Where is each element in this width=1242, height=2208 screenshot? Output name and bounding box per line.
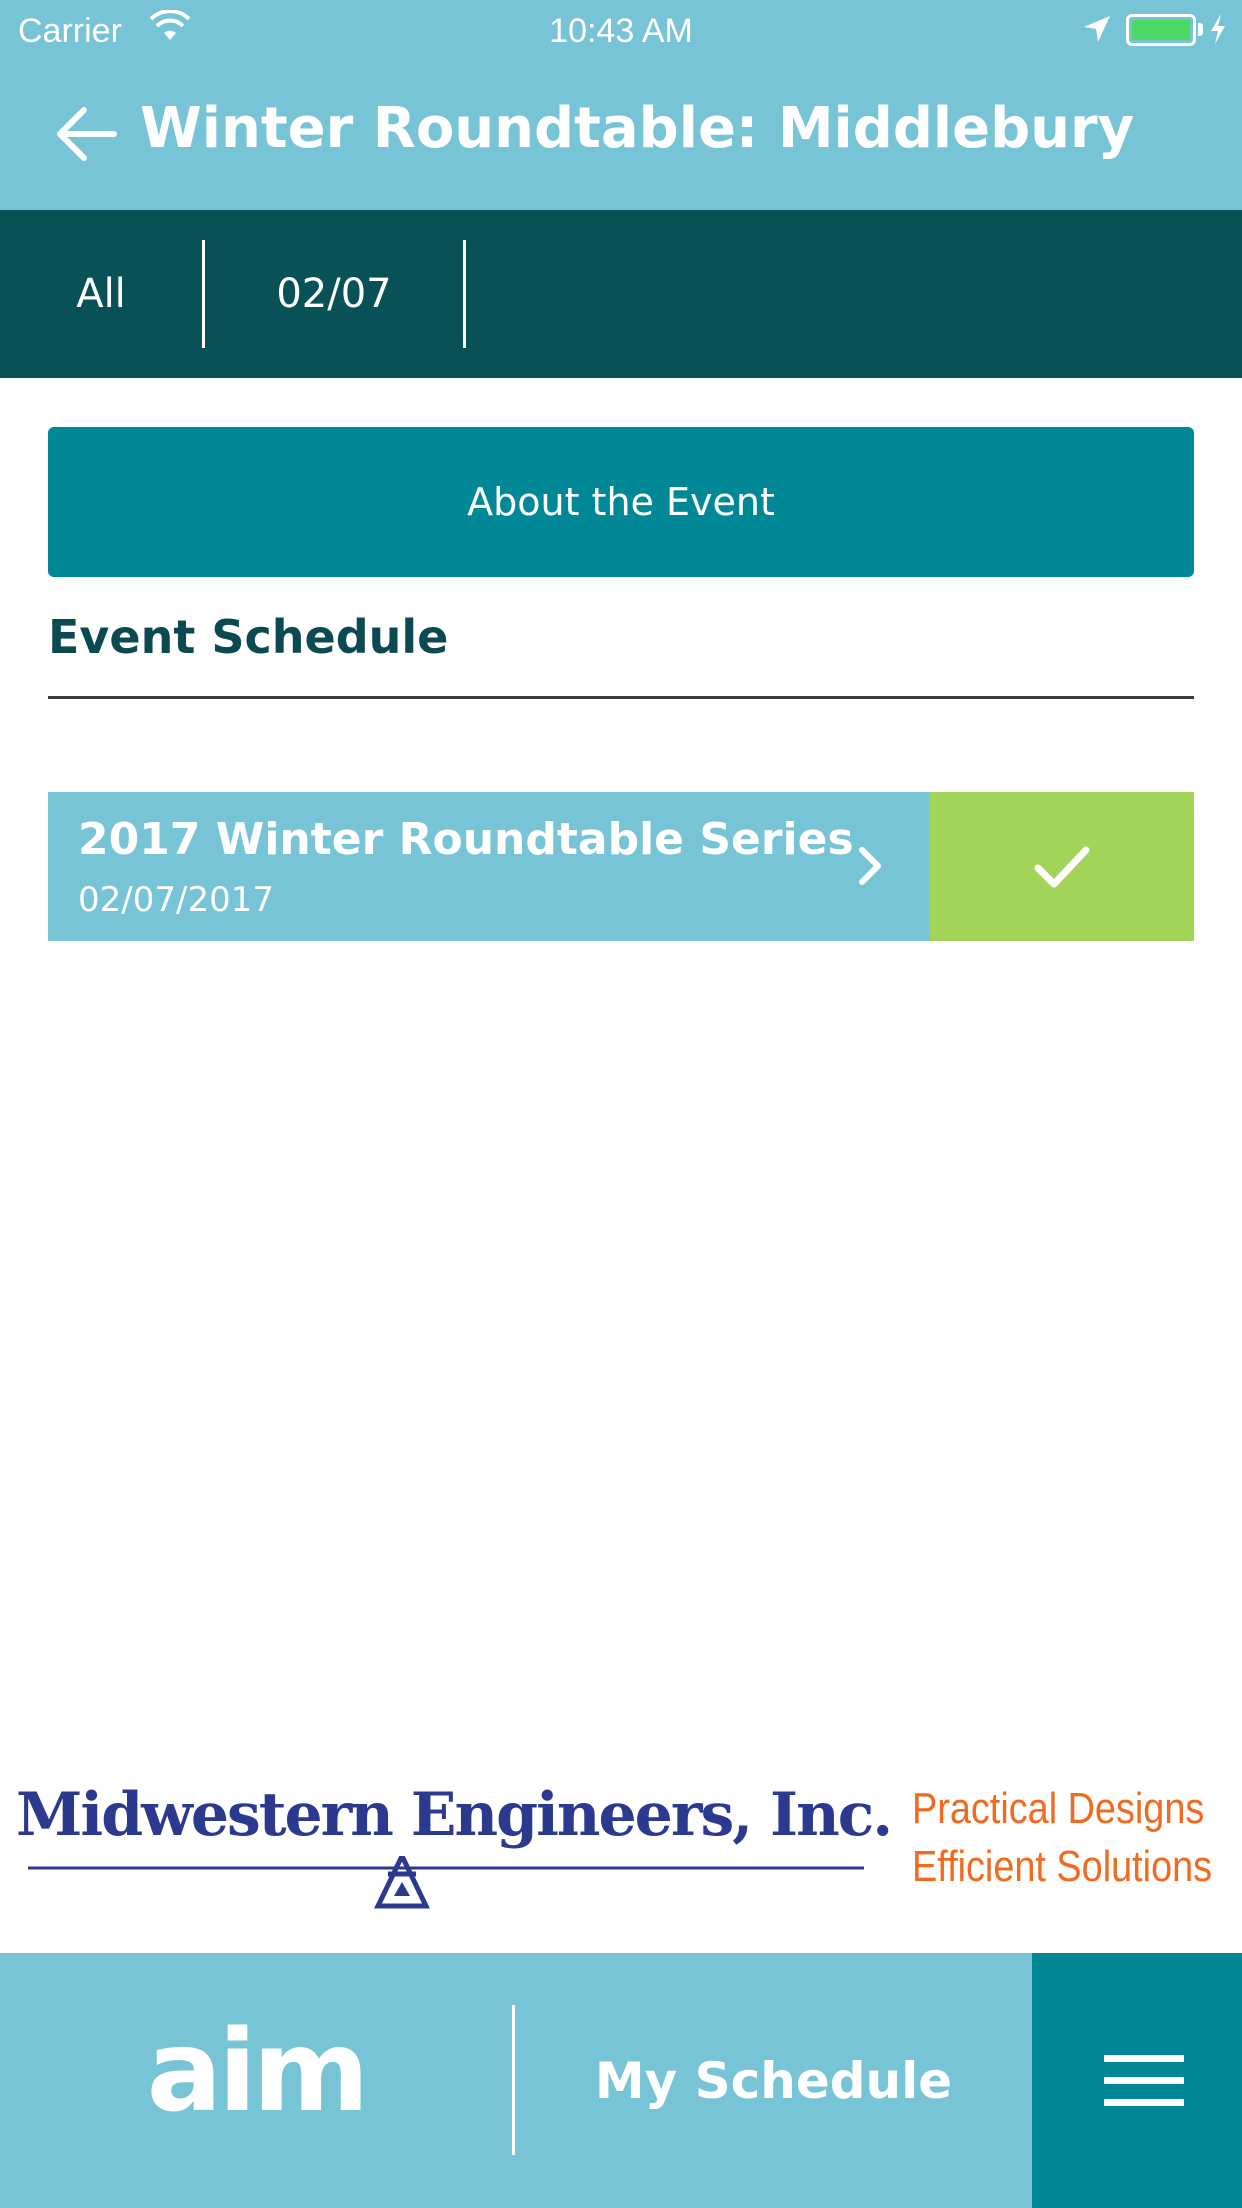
status-bar: Carrier 10:43 AM [0,0,1242,62]
sponsor-banner[interactable]: Midwestern Engineers, Inc. Practical Des… [0,1760,1242,1930]
back-arrow-icon[interactable] [50,100,130,170]
tab-divider [463,240,466,348]
sponsor-name: Midwestern Engineers, Inc. [16,1780,893,1850]
section-heading: Event Schedule [48,610,449,664]
sponsor-tagline-line1: Practical Designs [912,1784,1205,1833]
tab-all[interactable]: All [0,210,202,378]
battery-nub [1198,23,1203,36]
event-date: 02/07/2017 [78,880,274,920]
clock: 10:43 AM [549,12,693,50]
menu-button[interactable] [1032,1953,1242,2208]
add-to-schedule-button[interactable] [930,792,1194,941]
date-tabs: All 02/07 [0,210,1242,378]
sponsor-tagline: Practical Designs Efficient Solutions [912,1780,1212,1896]
location-arrow-icon [1084,16,1110,42]
tab-date[interactable]: 02/07 [205,210,463,378]
battery-icon [1126,14,1196,46]
my-schedule-button[interactable]: My Schedule [515,1953,1032,2208]
event-list-item[interactable]: 2017 Winter Roundtable Series 02/07/2017 [48,792,930,941]
bottom-navigation: aim My Schedule [0,1953,1242,2208]
battery-level [1132,20,1190,40]
chevron-right-icon [859,847,881,885]
hamburger-menu-icon [1104,2055,1184,2106]
charging-icon [1211,14,1225,44]
title-bar: Winter Roundtable: Middlebury [0,62,1242,210]
section-divider [48,696,1194,699]
event-title: 2017 Winter Roundtable Series [78,814,854,865]
sponsor-tagline-line2: Efficient Solutions [912,1842,1213,1891]
aim-logo[interactable]: aim [0,2007,512,2137]
checkmark-icon [1034,846,1090,888]
sponsor-logo-mark [28,1856,864,1909]
page-title: Winter Roundtable: Middlebury [140,96,1135,161]
about-event-button[interactable]: About the Event [48,427,1194,577]
